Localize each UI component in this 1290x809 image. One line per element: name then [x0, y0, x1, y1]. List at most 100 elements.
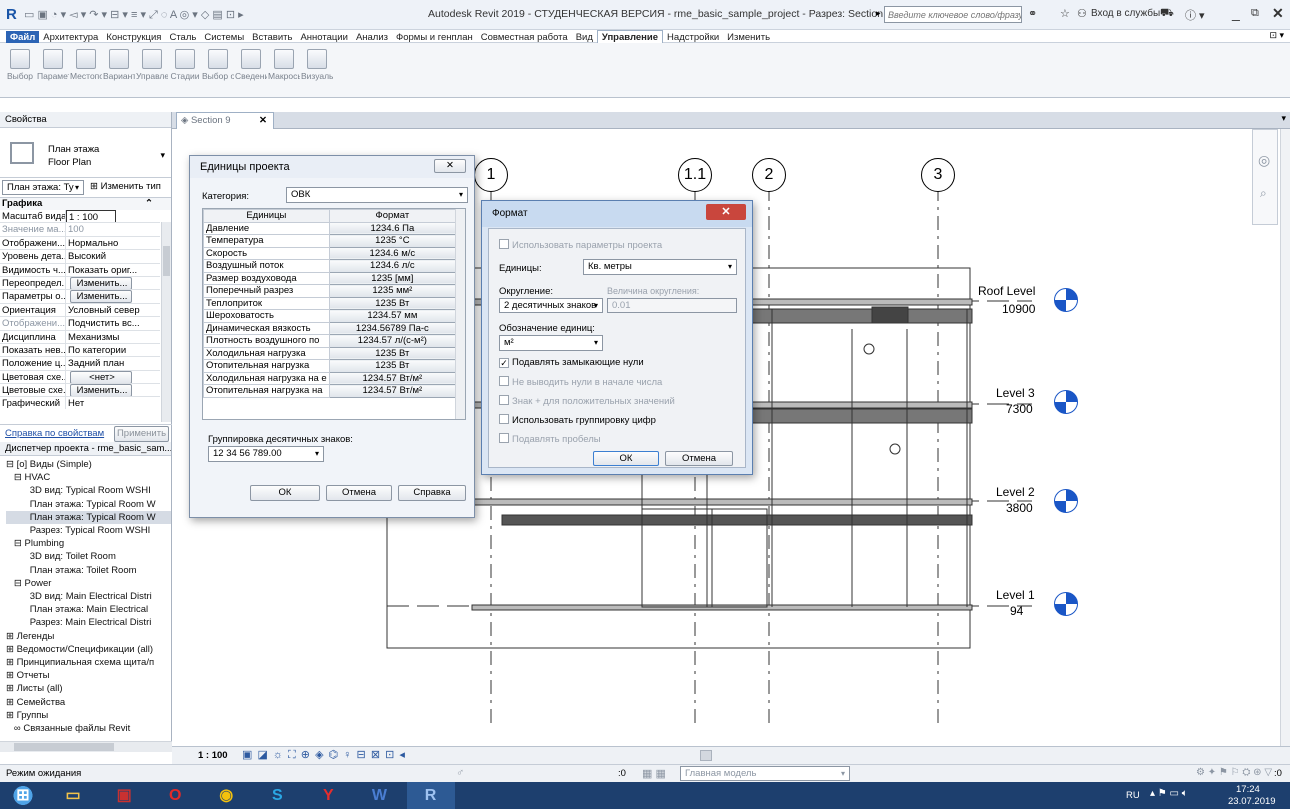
grouping-select[interactable]: 12 34 56 789.00 ▾ — [208, 446, 324, 462]
browser-tree-item[interactable]: План этажа: Main Electrical — [6, 603, 171, 616]
canvas-hscroll[interactable] — [700, 750, 712, 761]
ribbon-button-1[interactable]: Парамет... — [37, 43, 69, 81]
units-row[interactable]: Воздушный поток 1234.6 л/с — [203, 259, 457, 273]
ribbon-options-icon[interactable]: ⊡ ▾ — [1269, 30, 1284, 41]
restore-icon[interactable]: ⧉ — [1251, 7, 1259, 20]
selection-filter-icons[interactable]: ⚙ ✦ ⚑ ⚐ ⛭ ⊛ ▽ — [1196, 767, 1272, 778]
format-button[interactable]: 1234.6 л/с — [328, 259, 457, 273]
skype-icon[interactable]: S — [253, 782, 301, 809]
units-row[interactable]: Шероховатость 1234.57 мм — [203, 309, 457, 323]
steering-wheel-icon[interactable]: ◎ — [1258, 152, 1270, 169]
property-row[interactable]: Масштаб вида 1 : 100 — [0, 210, 160, 224]
browser-tree-item[interactable]: ⊞ Легенды — [6, 630, 171, 643]
suppress-spaces-checkbox[interactable]: Подавлять пробелы — [499, 433, 601, 445]
format-button[interactable]: 1235 °C — [328, 234, 457, 248]
ribbon-button-9[interactable]: Визуаль... — [301, 43, 333, 81]
ribbon-button-8[interactable]: Макросы — [268, 43, 300, 81]
browser-tree-item[interactable]: ⊟ Plumbing — [6, 537, 171, 550]
level-head[interactable]: Roof Level 10900 — [978, 284, 1098, 324]
yandex-icon[interactable]: Y — [304, 782, 352, 809]
browser-tree-item[interactable]: ⊞ Листы (all) — [6, 682, 171, 695]
properties-help-link[interactable]: Справка по свойствам — [5, 428, 104, 439]
units-select[interactable]: Кв. метры ▾ — [583, 259, 737, 275]
units-row[interactable]: Теплоприток 1235 Вт — [203, 296, 457, 310]
type-selector[interactable]: План этажа Floor Plan ▾ — [0, 128, 171, 178]
browser-tree-item[interactable]: План этажа: Toilet Room — [6, 564, 171, 577]
tab-section-9[interactable]: ◈ Section 9 ✕ — [176, 112, 274, 129]
opera-icon[interactable]: O — [151, 782, 199, 809]
table-scrollbar[interactable] — [455, 209, 465, 419]
property-row[interactable]: Показать нев...По категории — [0, 343, 160, 358]
browser-tree-item[interactable]: План этажа: Typical Room W — [6, 498, 171, 511]
tabs-menu-icon[interactable]: ▾ — [1281, 113, 1286, 124]
property-value[interactable]: Показать ориг... — [66, 264, 146, 276]
property-value[interactable]: Нет — [66, 397, 146, 409]
property-row[interactable]: Отображени... Подчистить вс... — [0, 317, 160, 331]
ribbon-button-3[interactable]: Вариант... — [103, 43, 135, 81]
quick-access-toolbar[interactable]: ▭ ▣ ◔ ▾ ◅ ▾ ↷ ▾ ⊟ ▾ ≡ ▾ ⤢ ◌ A ◎ ▾ ◇ ▤ ⊡ … — [24, 8, 244, 22]
property-row[interactable]: Положение ц...Задний план — [0, 357, 160, 371]
browser-hscroll[interactable] — [0, 741, 172, 752]
property-row[interactable]: Ориентация Условный север — [0, 303, 160, 318]
unit-symbol-select[interactable]: м² ▾ — [499, 335, 603, 351]
format-button[interactable]: 1234.57 Вт/м² — [328, 371, 457, 385]
units-row[interactable]: Поперечный разрез 1235 мм² — [203, 284, 457, 298]
format-button[interactable]: 1235 Вт — [328, 359, 457, 373]
browser-tree-item[interactable]: ⊞ Принципиальная схема щита/п — [6, 656, 171, 669]
explorer-icon[interactable]: ▭ — [49, 782, 97, 809]
format-button[interactable]: 1234.57 мм — [328, 309, 457, 323]
minimize-icon[interactable]: _ — [1232, 5, 1240, 21]
revit-logo-icon[interactable]: R — [6, 6, 17, 23]
browser-tree-item[interactable]: ⊞ Ведомости/Спецификации (all) — [6, 643, 171, 656]
property-row[interactable]: Графический Нет — [0, 397, 160, 409]
level-head[interactable]: Level 3 7300 — [996, 386, 1106, 426]
property-row[interactable]: Видимость ч... Показать ориг... — [0, 263, 160, 277]
edit-type-button[interactable]: ⊞ Изменить тип — [90, 181, 161, 192]
property-row[interactable]: Цветовые схе... Изменить... — [0, 384, 160, 398]
properties-scrollbar[interactable] — [161, 222, 171, 422]
ribbon-button-6[interactable]: Выбор о... — [202, 43, 234, 81]
browser-tree-item[interactable]: Разрез: Typical Room WSHI — [6, 524, 171, 537]
grid-bubble[interactable]: 3 — [921, 158, 955, 192]
cancel-button[interactable]: Отмена — [326, 485, 392, 501]
browser-tree-item[interactable]: ⊞ Семейства — [6, 696, 171, 709]
property-value[interactable]: Изменить... — [70, 290, 132, 303]
view-scale[interactable]: 1 : 100 — [198, 750, 228, 761]
apply-button[interactable]: Применить — [114, 426, 169, 442]
browser-tree-item[interactable]: ⊟ Power — [6, 577, 171, 590]
format-button[interactable]: 1235 мм² — [328, 284, 457, 298]
word-icon[interactable]: W — [355, 782, 403, 809]
grid-bubble[interactable]: 1 — [474, 158, 508, 192]
browser-tree-item[interactable]: ⊟ HVAC — [6, 471, 171, 484]
binoculars-icon[interactable]: ⚭ — [1028, 7, 1037, 20]
browser-tree-item[interactable]: 3D вид: Typical Room WSHI — [6, 484, 171, 497]
graphics-group-header[interactable]: Графика ⌃ — [0, 198, 171, 210]
browser-tree-item[interactable]: ∞ Связанные файлы Revit — [6, 722, 171, 735]
plus-prefix-checkbox[interactable]: Знак + для положительных значений — [499, 395, 675, 407]
property-row[interactable]: Отображени... Нормально — [0, 236, 160, 251]
dialog-close-button[interactable]: ✕ — [434, 159, 466, 173]
design-options-icon[interactable]: ▦ ▦ — [642, 767, 666, 780]
property-value[interactable]: По категории — [66, 344, 146, 356]
property-row[interactable]: Параметры о... Изменить... — [0, 290, 160, 304]
units-row[interactable]: Динамическая вязкость 1234.56789 Па-с — [203, 321, 457, 335]
format-button[interactable]: 1234.57 Вт/м² — [328, 384, 457, 398]
format-button[interactable]: 1235 Вт — [328, 346, 457, 360]
format-button[interactable]: 1234.6 Па — [328, 221, 457, 235]
property-value[interactable]: Задний план — [66, 357, 146, 369]
save-disk-icon[interactable]: ▣ — [100, 782, 148, 809]
cancel-button[interactable]: Отмена — [665, 451, 733, 466]
property-value[interactable]: Высокий — [66, 250, 146, 262]
level-head[interactable]: Level 2 3800 — [996, 485, 1106, 525]
cart-icon[interactable]: ⛟ — [1160, 7, 1174, 21]
browser-tree-item[interactable]: ⊟ [o] Виды (Simple) — [6, 458, 171, 471]
dialog-close-button[interactable]: ✕ — [706, 204, 746, 220]
star-icon[interactable]: ☆ — [1060, 7, 1070, 20]
ribbon-button-7[interactable]: Сведения — [235, 43, 267, 81]
property-row[interactable]: Дисциплина Механизмы — [0, 330, 160, 344]
grid-bubble[interactable]: 2 — [752, 158, 786, 192]
rounding-select[interactable]: 2 десятичных знаков ▾ — [499, 298, 603, 313]
property-value[interactable]: 1 : 100 — [66, 210, 116, 223]
browser-tree-item[interactable]: 3D вид: Main Electrical Distri — [6, 590, 171, 603]
browser-tree-item[interactable]: Разрез: Main Electrical Distri — [6, 616, 171, 629]
